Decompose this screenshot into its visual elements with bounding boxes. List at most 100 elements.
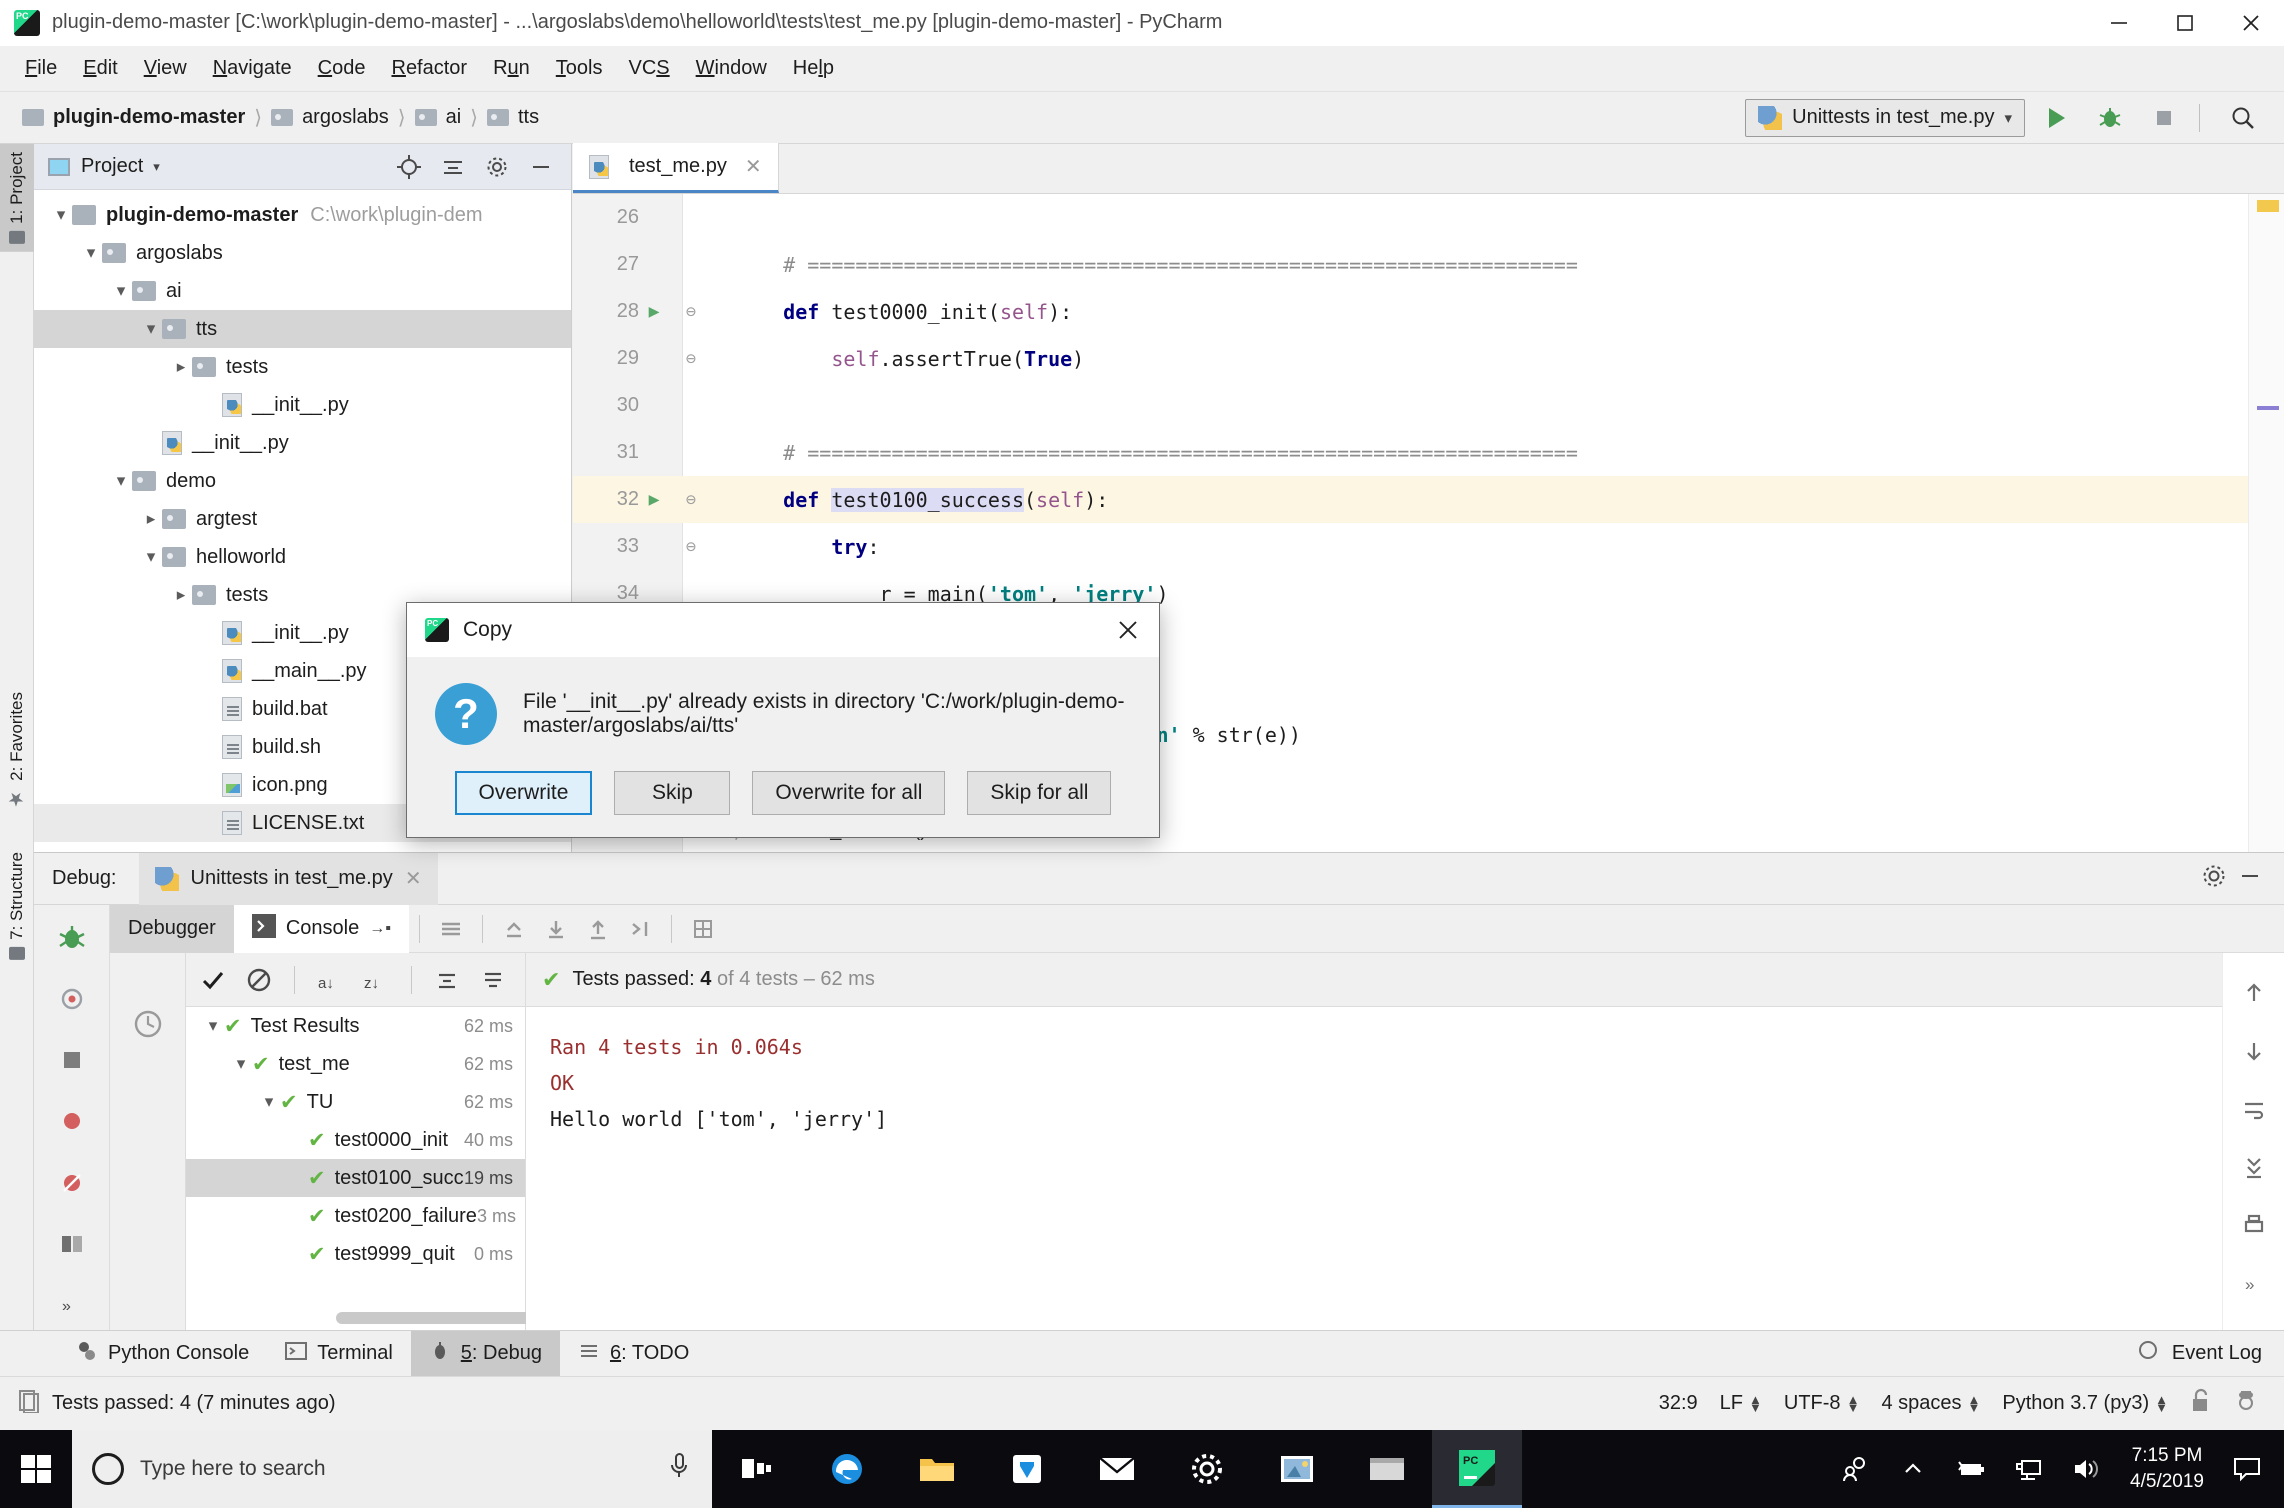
clock-icon[interactable] (131, 1007, 165, 1047)
menu-view[interactable]: View (131, 53, 200, 84)
close-button[interactable] (2218, 0, 2284, 46)
tab-test-me-py[interactable]: test_me.py ✕ (573, 143, 779, 193)
bottom-tab-debug[interactable]: 5: Debug (410, 1330, 560, 1377)
close-icon[interactable] (1097, 603, 1159, 657)
line-separator-selector[interactable]: LF ▲ ▼ (1720, 1392, 1762, 1415)
file-explorer-icon[interactable] (892, 1430, 982, 1508)
test-tree-row[interactable]: ✔ test0200_failure 3 ms (186, 1197, 525, 1235)
debug-session-tab[interactable]: Unittests in test_me.py ✕ (138, 852, 438, 905)
menu-icon[interactable] (430, 908, 472, 950)
test-results-tree[interactable]: a↓ z↓ ▾ ✔ Test Results 62 ms ▾ ✔ test_me… (186, 953, 626, 1330)
breadcrumb-item-2[interactable]: ai (414, 106, 461, 129)
sidebar-item-structure[interactable]: 7: Structure (0, 844, 34, 968)
sort-alpha-icon[interactable]: a↓ (309, 959, 351, 1001)
overwrite-for-all-button[interactable]: Overwrite for all (752, 771, 946, 815)
tab-debugger[interactable]: Debugger (110, 904, 234, 953)
skip-for-all-button[interactable]: Skip for all (967, 771, 1112, 815)
menu-vcs[interactable]: VCS (616, 53, 683, 84)
hector-icon[interactable] (2234, 1388, 2258, 1420)
chevron-down-icon[interactable] (258, 1092, 280, 1112)
console-text[interactable]: Ran 4 tests in 0.064s OK Hello world ['tom… (526, 1007, 2222, 1330)
hide-icon[interactable] (2236, 862, 2264, 896)
fold-minus-icon[interactable]: ⊖ (669, 349, 713, 369)
sidebar-item-project[interactable]: 1: Project (0, 144, 34, 252)
chevron-down-icon[interactable] (110, 471, 132, 491)
test-tree-row[interactable]: ✔ test0000_init 40 ms (186, 1121, 525, 1159)
scroll-up-icon[interactable] (2240, 979, 2268, 1013)
collapse-all-icon[interactable] (472, 959, 514, 1001)
scroll-to-end-icon[interactable] (2240, 1153, 2268, 1187)
event-log-area[interactable]: Event Log (2136, 1339, 2284, 1369)
hide-icon[interactable] (519, 145, 563, 189)
ignore-icon[interactable] (238, 959, 280, 1001)
notification-icon[interactable] (2218, 1430, 2276, 1508)
menu-refactor[interactable]: Refactor (378, 53, 480, 84)
fold-minus-icon[interactable]: ⊖ (669, 302, 713, 322)
chevron-right-icon[interactable] (140, 509, 162, 529)
bottom-tab-terminal[interactable]: Terminal (267, 1331, 411, 1377)
sidebar-item-favorites[interactable]: ★ 2: Favorites (0, 684, 34, 818)
chevron-down-icon[interactable] (202, 1016, 224, 1036)
network-icon[interactable] (2000, 1430, 2058, 1508)
photos-icon[interactable] (1252, 1430, 1342, 1508)
pin-tab-icon[interactable]: →▪ (369, 920, 391, 938)
test-tree-row[interactable]: ✔ test0100_succ 19 ms (186, 1159, 525, 1197)
chevron-right-icon[interactable] (170, 357, 192, 377)
skip-button[interactable]: Skip (614, 771, 731, 815)
bottom-tab-python-console[interactable]: Python Console (58, 1331, 267, 1377)
mute-breakpoints-icon[interactable] (45, 1158, 99, 1207)
rerun-icon[interactable] (45, 974, 99, 1023)
debug-bug-icon[interactable] (45, 913, 99, 962)
bottom-tab-todo[interactable]: 6: TODO (560, 1331, 707, 1377)
breadcrumb-item-0[interactable]: plugin-demo-master (22, 106, 245, 129)
show-hidden-icons-icon[interactable] (1884, 1430, 1942, 1508)
tree-row[interactable]: tts (34, 310, 571, 348)
show-passed-icon[interactable] (192, 959, 234, 1001)
microphone-icon[interactable] (666, 1451, 692, 1487)
more-icon[interactable]: » (2240, 1269, 2268, 1303)
chevron-right-icon[interactable] (170, 585, 192, 605)
menu-run[interactable]: Run (480, 53, 543, 84)
debug-icon[interactable] (2087, 95, 2133, 141)
settings-gear-icon[interactable] (1162, 1430, 1252, 1508)
chevron-down-icon[interactable] (110, 281, 132, 301)
test-tree-row[interactable]: ✔ test_me 62 ms (186, 1045, 525, 1083)
gutter-run-icon[interactable]: ▶ (639, 301, 669, 322)
close-icon[interactable]: ✕ (405, 866, 422, 891)
chevron-down-icon[interactable] (140, 319, 162, 339)
menu-navigate[interactable]: Navigate (200, 53, 305, 84)
microsoft-store-icon[interactable] (982, 1430, 1072, 1508)
breadcrumb-item-1[interactable]: argoslabs (271, 106, 389, 129)
minimize-button[interactable] (2086, 0, 2152, 46)
next-occurrence-icon[interactable] (619, 908, 661, 950)
pycharm-taskbar-icon[interactable]: PC (1432, 1430, 1522, 1508)
windows-start-icon[interactable] (0, 1430, 72, 1508)
pin-icon[interactable] (45, 1097, 99, 1146)
gutter-run-icon[interactable]: ▶ (639, 489, 669, 510)
stop-icon[interactable] (2141, 95, 2187, 141)
indent-selector[interactable]: 4 spaces ▲ ▼ (1881, 1392, 1980, 1415)
people-icon[interactable] (1826, 1430, 1884, 1508)
menu-help[interactable]: Help (780, 53, 847, 84)
gear-icon[interactable] (2200, 862, 2228, 896)
fold-minus-icon[interactable]: ⊖ (669, 490, 713, 510)
terminal-window-icon[interactable] (1342, 1430, 1432, 1508)
run-icon[interactable] (2033, 95, 2079, 141)
test-tree-row[interactable]: ✔ Test Results 62 ms (186, 1007, 525, 1045)
tree-row[interactable]: __init__.py (34, 424, 571, 462)
print-icon[interactable] (2240, 1211, 2268, 1245)
sort-duration-icon[interactable]: z↓ (355, 959, 397, 1001)
chevron-down-icon[interactable] (140, 547, 162, 567)
overwrite-button[interactable]: Overwrite (454, 771, 593, 815)
tree-row[interactable]: plugin-demo-master C:\work\plugin-dem (34, 196, 571, 234)
chevron-down-icon[interactable] (50, 205, 72, 225)
layout-icon[interactable] (45, 1219, 99, 1268)
stop-icon[interactable] (45, 1036, 99, 1085)
test-tree-row[interactable]: ✔ test9999_quit 0 ms (186, 1235, 525, 1273)
menu-code[interactable]: Code (305, 53, 379, 84)
expand-all-icon[interactable] (426, 959, 468, 1001)
soft-wrap-icon[interactable] (2240, 1095, 2268, 1129)
tree-row[interactable]: __init__.py (34, 386, 571, 424)
upload-icon[interactable] (577, 908, 619, 950)
export-icon[interactable] (493, 908, 535, 950)
